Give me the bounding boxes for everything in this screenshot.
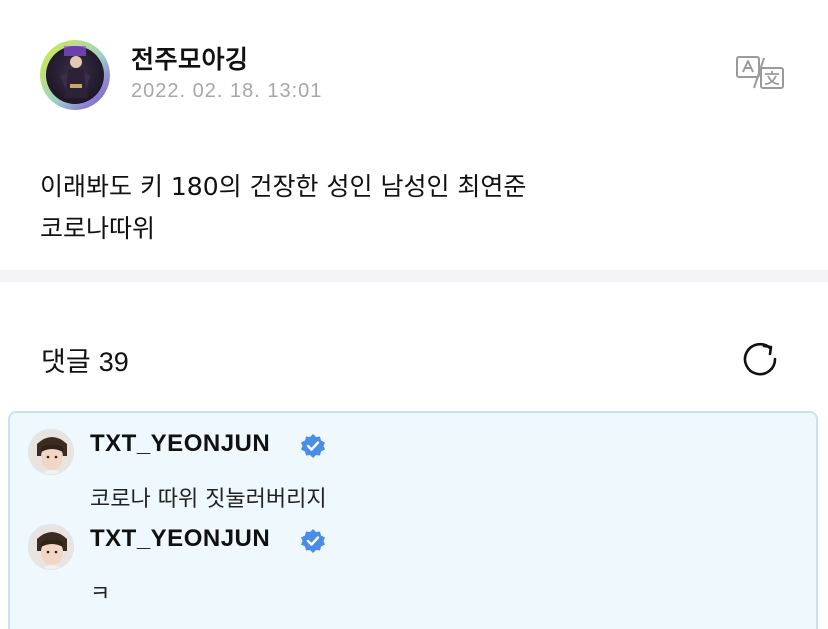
comment-author[interactable]: TXT_YEONJUN — [90, 430, 270, 458]
comment-text: ㅋ — [90, 582, 111, 607]
comment-avatar-image — [29, 525, 73, 569]
post-page: 전주모아깅 2022. 02. 18. 13:01 이래봐도 키 180의 건장… — [0, 0, 828, 629]
author-avatar-image — [40, 40, 110, 110]
comment-avatar-image — [29, 430, 73, 474]
comment-item: TXT_YEONJUN ㅋ — [10, 508, 816, 607]
section-divider — [0, 270, 828, 282]
comment-avatar[interactable] — [28, 429, 74, 475]
translate-icon — [736, 56, 784, 89]
translate-button[interactable] — [734, 54, 786, 92]
author-avatar[interactable] — [40, 40, 110, 110]
verified-badge-icon — [300, 528, 326, 554]
post-timestamp: 2022. 02. 18. 13:01 — [131, 80, 323, 102]
refresh-button[interactable] — [740, 338, 782, 380]
comment-author[interactable]: TXT_YEONJUN — [90, 525, 270, 553]
refresh-icon — [743, 342, 777, 376]
comments-title-label: 댓글 — [41, 347, 91, 378]
comment-item: TXT_YEONJUN 코로나 따위 짓눌러버리지 — [10, 413, 816, 512]
comments-header: 댓글 39 — [41, 340, 129, 379]
comments-count: 39 — [98, 347, 129, 377]
author-name[interactable]: 전주모아깅 — [131, 40, 249, 76]
post-body: 이래봐도 키 180의 건장한 성인 남성인 최연준 코로나따위 — [40, 166, 800, 250]
verified-badge-icon — [300, 433, 326, 459]
post-body-line: 이래봐도 키 180의 건장한 성인 남성인 최연준 — [40, 172, 527, 201]
highlighted-comments-box: TXT_YEONJUN 코로나 따위 짓눌러버리지 TXT_YEONJUN ㅋ — [8, 411, 818, 629]
post-body-line: 코로나따위 — [40, 214, 156, 243]
post-header: 전주모아깅 2022. 02. 18. 13:01 — [0, 0, 828, 140]
comment-avatar[interactable] — [28, 524, 74, 570]
